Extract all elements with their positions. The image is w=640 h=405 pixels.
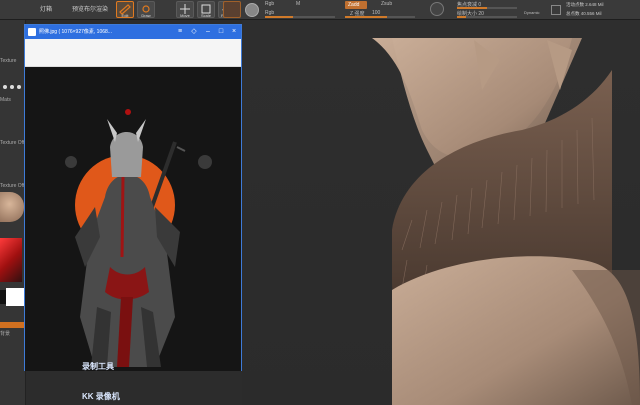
settings-icon[interactable]: ◇ xyxy=(189,27,199,37)
maximize-icon[interactable]: □ xyxy=(216,27,226,37)
close-icon[interactable]: × xyxy=(229,27,239,37)
z-intensity-slider[interactable] xyxy=(345,16,415,18)
rgb-label: Rgb xyxy=(265,1,275,7)
focal-shift-icon[interactable] xyxy=(430,2,444,16)
zsub-button[interactable]: Zsub xyxy=(381,1,392,7)
menu-item-bpr[interactable]: 预览布尔渲染 xyxy=(72,4,108,13)
dynamic-toggle[interactable]: Dynamic xyxy=(524,10,540,15)
scale-button[interactable]: Scale xyxy=(197,1,215,18)
rgb-intensity-slider[interactable] xyxy=(265,16,335,18)
strip-label-mats: Mats xyxy=(0,97,11,103)
warrior-artwork xyxy=(25,67,241,371)
viewer-title: 照佛.jpg ( 1076×927像素, 1068... xyxy=(39,29,112,35)
mrgb-label: M xyxy=(296,1,301,7)
viewer-image xyxy=(25,67,241,371)
material-swatch[interactable] xyxy=(223,1,241,18)
strip-label-texture-off: Texture Off xyxy=(0,140,25,146)
menu-item-lightbox[interactable]: 灯箱 xyxy=(40,4,52,13)
sculpt-model xyxy=(372,38,640,405)
edit-button[interactable]: Edit xyxy=(116,1,134,18)
active-points: 活动点数 2.648 Mil xyxy=(566,2,604,7)
material-sphere[interactable] xyxy=(0,192,24,222)
focal-shift-slider[interactable] xyxy=(457,7,517,9)
left-tray: Texture Mats Texture Off Texture Off 背景 xyxy=(0,20,26,405)
watermark-line2: KK 录像机 xyxy=(82,392,120,401)
sculpt-viewport[interactable] xyxy=(242,20,640,405)
total-points: 总点数 40.556 Mil xyxy=(566,11,602,16)
orange-indicator xyxy=(0,322,24,328)
draw-button[interactable]: Draw xyxy=(137,1,155,18)
zadd-button[interactable]: Zadd xyxy=(345,1,367,9)
strip-label-texture-off-2: Texture Off xyxy=(0,183,25,189)
menu-icon[interactable]: ≡ xyxy=(175,27,185,37)
color-picker-icon[interactable] xyxy=(245,3,259,17)
strip-label-texture: Texture xyxy=(0,58,17,64)
minimize-icon[interactable]: – xyxy=(203,27,213,37)
move-button[interactable]: Move xyxy=(176,1,194,18)
brush-dots-icon[interactable] xyxy=(1,82,25,92)
app-icon xyxy=(28,28,36,36)
zbrush-workspace: 灯箱 预览布尔渲染 Edit Draw Move Scale Rotate Rg… xyxy=(0,0,640,405)
color-picker[interactable] xyxy=(0,238,22,282)
primary-color[interactable] xyxy=(6,288,24,306)
top-toolbar: 灯箱 预览布尔渲染 Edit Draw Move Scale Rotate Rg… xyxy=(0,0,640,20)
draw-size-slider[interactable] xyxy=(457,16,517,18)
strip-label-background: 背景 xyxy=(0,331,11,337)
viewer-titlebar[interactable]: 照佛.jpg ( 1076×927像素, 1068... ≡ ◇ – □ × xyxy=(25,25,241,39)
watermark-line1: 录制工具 xyxy=(82,362,114,371)
image-viewer-window[interactable]: 照佛.jpg ( 1076×927像素, 1068... ≡ ◇ – □ × xyxy=(24,24,242,371)
recorder-watermark: 录制工具 KK 录像机 xyxy=(82,342,120,405)
viewer-toolbar xyxy=(25,39,241,67)
d-icon[interactable] xyxy=(551,5,561,15)
